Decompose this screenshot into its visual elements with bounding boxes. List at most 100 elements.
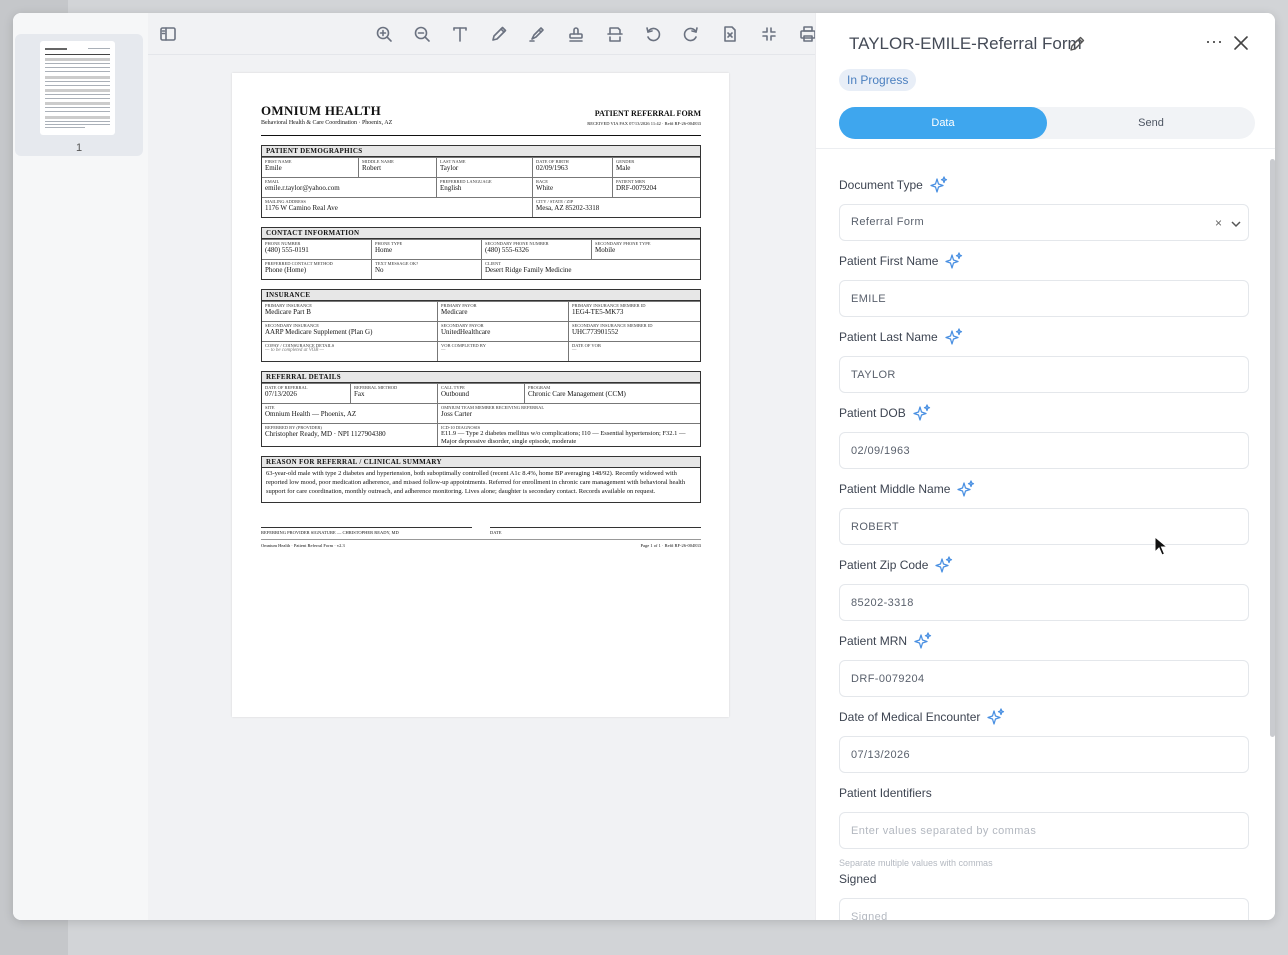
field-value: UHC773901552 (572, 328, 619, 337)
field-label: Patient Last Name (839, 330, 938, 344)
ai-sparkle-icon (987, 708, 1005, 725)
field-list: Document Type Referral Form × Patient Fi… (839, 151, 1249, 920)
header-rule (261, 135, 701, 136)
section-summary: REASON FOR REFERRAL / CLINICAL SUMMARY 6… (261, 456, 701, 503)
page-footer: Omnium Health · Patient Referral Form · … (261, 538, 702, 548)
field-middle-name: Patient Middle Name (839, 479, 1249, 545)
pen-icon[interactable] (489, 24, 509, 44)
ai-sparkle-icon (913, 404, 930, 421)
field-first-name: Patient First Name (839, 251, 1249, 317)
field-zip-code: Patient Zip Code (839, 555, 1249, 621)
doc-header: OMNIUM HEALTH Behavioral Health & Care C… (261, 103, 701, 131)
edit-title-icon[interactable] (1068, 35, 1086, 53)
text-icon[interactable] (450, 24, 470, 44)
document-type-select[interactable]: Referral Form (839, 204, 1249, 241)
field-last-name: Patient Last Name (839, 327, 1249, 393)
field-value: English (440, 184, 462, 193)
field-value: Mesa, AZ 85202-3318 (536, 204, 600, 213)
section-referral: REFERRAL DETAILS DATE OF REFERRAL 07/13/2… (261, 371, 701, 448)
field-encounter-date: Date of Medical Encounter (839, 707, 1249, 773)
document-page: OMNIUM HEALTH Behavioral Health & Care C… (232, 73, 729, 717)
details-panel: TAYLOR-EMILE-Referral Form ⋯ In Progress… (815, 13, 1275, 920)
status-badge: In Progress (839, 69, 917, 91)
ai-sparkle-icon (945, 252, 963, 269)
footer-right: Page 1 of 1 · Ref# RF-26-004833 (640, 542, 702, 548)
section-header: CONTACT INFORMATION (262, 228, 700, 239)
field-value: Robert (362, 164, 382, 173)
section-insurance: INSURANCE PRIMARY INSURANCE Medicare Part… (261, 289, 701, 362)
ai-sparkle-icon (945, 328, 962, 345)
form-received: RECEIVED VIA FAX 07/13/2026 11:42 · Ref#… (587, 121, 701, 126)
zoom-in-icon[interactable] (374, 24, 394, 44)
field-value: Male (616, 164, 631, 173)
field-label: Date of Medical Encounter (839, 710, 981, 724)
zip-code-input[interactable] (839, 584, 1249, 621)
field-value: Desert Ridge Family Medicine (485, 266, 572, 275)
viewer-toolbar (148, 13, 816, 55)
identifiers-input[interactable] (839, 812, 1249, 849)
page-extract-icon[interactable] (605, 24, 625, 44)
field-value: (480) 555-0191 (265, 246, 309, 255)
field-dob: Patient DOB (839, 403, 1249, 469)
field-value: (480) 555-6326 (485, 246, 529, 255)
field-value: E11.9 — Type 2 diabetes mellitus w/o com… (441, 430, 686, 445)
sidebar-toggle-icon[interactable] (158, 24, 178, 44)
thumbnail-sidebar: 1 (13, 13, 148, 920)
mrn-input[interactable] (839, 660, 1249, 697)
ai-sparkle-icon (914, 632, 932, 649)
field-mrn: Patient MRN (839, 631, 1249, 697)
ai-sparkle-icon (930, 176, 947, 193)
field-value: Phone (Home) (265, 266, 307, 275)
field-value: Chronic Care Management (CCM) (528, 390, 626, 399)
rotate-right-icon[interactable] (681, 24, 701, 44)
zoom-out-icon[interactable] (412, 24, 432, 44)
field-label: Patient DOB (839, 406, 906, 420)
field-value: AARP Medicare Supplement (Plan G) (265, 328, 373, 337)
page-thumbnail[interactable]: 1 (15, 34, 143, 156)
stamp-icon[interactable] (566, 24, 586, 44)
section-header: REFERRAL DETAILS (262, 372, 700, 383)
field-value: Outbound (441, 390, 469, 399)
signature-block: REFERRING PROVIDER SIGNATURE — CHRISTOPH… (261, 526, 701, 535)
more-options-icon[interactable]: ⋯ (1204, 33, 1224, 53)
dob-input[interactable] (839, 432, 1249, 469)
field-value: 07/13/2026 (265, 390, 297, 399)
section-demographics: PATIENT DEMOGRAPHICS FIRST NAME Emile MID… (261, 145, 701, 218)
field-label: Patient MRN (839, 634, 908, 648)
document-viewer: OMNIUM HEALTH Behavioral Health & Care C… (148, 13, 816, 920)
panel-divider (816, 148, 1275, 149)
field-document-type: Document Type Referral Form × (839, 175, 1249, 241)
middle-name-input[interactable] (839, 508, 1249, 545)
panel-scrollbar[interactable] (1270, 159, 1275, 737)
highlighter-icon[interactable] (527, 24, 547, 44)
field-value: Emile (265, 164, 282, 173)
field-value: No (375, 266, 384, 275)
rotate-left-icon[interactable] (643, 24, 663, 44)
field-label: Patient Middle Name (839, 482, 951, 496)
field-label: Document Type (839, 178, 923, 192)
collapse-icon[interactable] (759, 24, 779, 44)
page-number: 1 (75, 142, 83, 154)
delete-page-icon[interactable] (720, 24, 740, 44)
first-name-input[interactable] (839, 280, 1249, 317)
encounter-date-input[interactable] (839, 736, 1249, 773)
section-header: PATIENT DEMOGRAPHICS (262, 146, 700, 157)
date-line: DATE (490, 526, 701, 535)
section-header: INSURANCE (262, 290, 700, 301)
close-icon[interactable] (1232, 34, 1250, 52)
tab-send[interactable]: Send (1047, 107, 1255, 139)
document-review-modal: 1 OMNIUM HEALTH Behavioral Health & Care… (13, 13, 1275, 920)
tab-data[interactable]: Data (839, 107, 1047, 139)
field-label: Signed (839, 872, 877, 886)
last-name-input[interactable] (839, 356, 1249, 393)
field-value: Medicare Part B (265, 308, 311, 317)
clear-icon[interactable]: × (1215, 216, 1222, 230)
field-value: UnitedHealthcare (441, 328, 491, 337)
field-value: Fax (354, 390, 365, 399)
chevron-down-icon[interactable] (1229, 217, 1243, 231)
clinical-summary: 63-year-old male with type 2 diabetes an… (266, 470, 686, 495)
signed-input[interactable] (839, 898, 1249, 920)
field-value: Omnium Health — Phoenix, AZ (265, 410, 357, 419)
mouse-cursor-icon (1154, 536, 1168, 556)
field-value: 1EG4-TE5-MK73 (572, 308, 624, 317)
